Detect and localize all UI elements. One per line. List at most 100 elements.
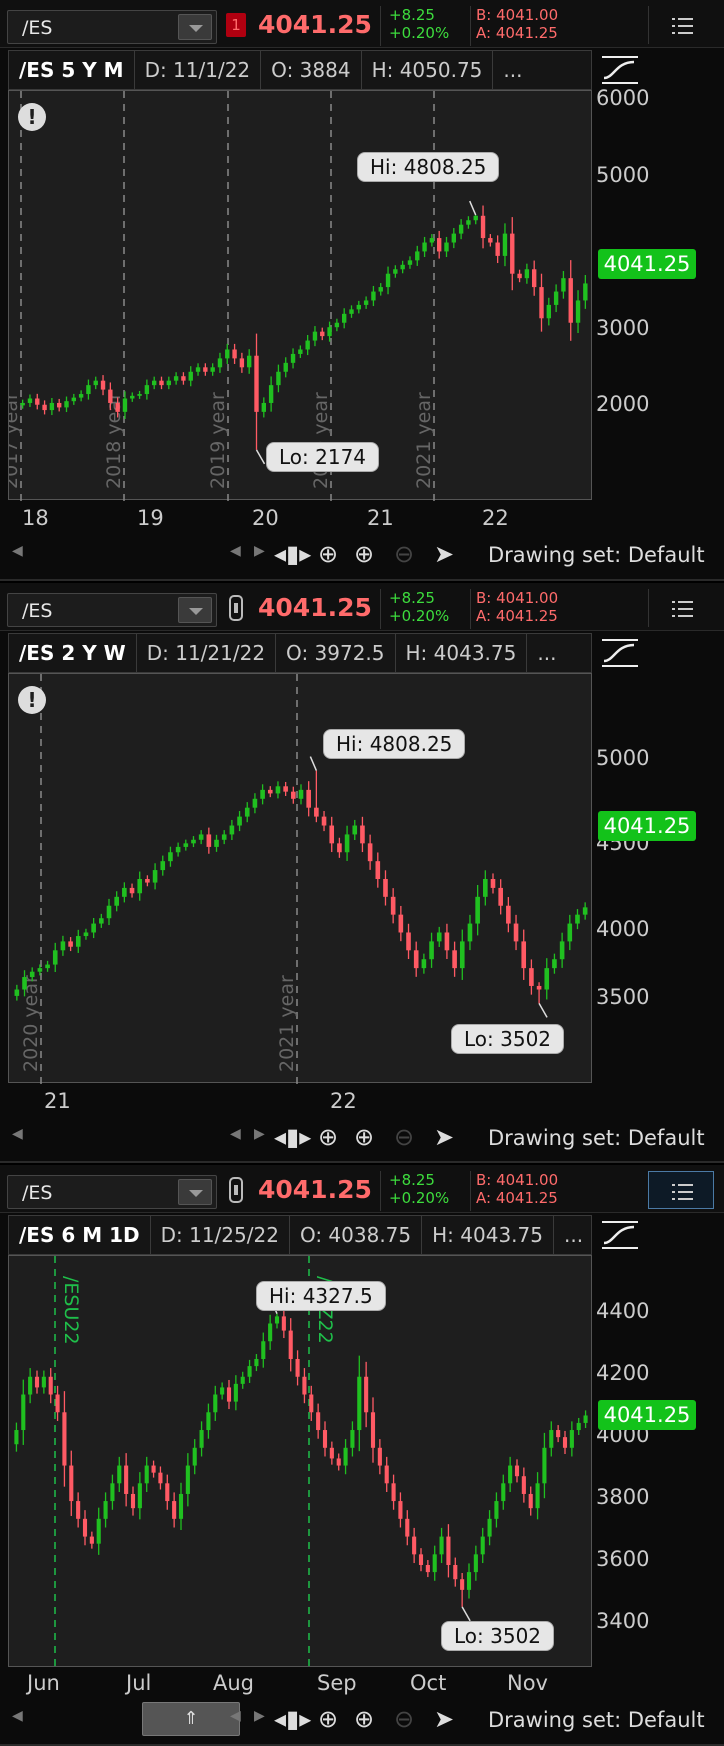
symbol-dropdown-button[interactable]: [178, 14, 212, 40]
link-icon[interactable]: [229, 1177, 243, 1203]
crosshair-icon[interactable]: ⊕: [318, 1123, 338, 1151]
scroll-left-icon[interactable]: ◀: [230, 1126, 241, 1142]
pan-icon[interactable]: ◂▮▸: [274, 540, 311, 568]
bid-ask: B: 4041.00 A: 4041.25: [470, 6, 590, 46]
drawing-set-selector[interactable]: Drawing set: Default: [488, 1126, 705, 1150]
link-icon[interactable]: [229, 595, 243, 621]
studies-icon[interactable]: [600, 54, 640, 86]
symbol-dropdown-button[interactable]: [178, 597, 212, 623]
zoom-out-icon[interactable]: ⊖: [394, 540, 414, 568]
candle: [312, 326, 318, 347]
candle: [158, 1466, 163, 1490]
candle: [444, 923, 450, 960]
candle: [261, 1332, 266, 1368]
symbol-input[interactable]: /ES: [22, 1182, 52, 1204]
scroll-thumb[interactable]: ⇑: [142, 1702, 240, 1736]
candle: [75, 929, 81, 953]
candle: [71, 393, 76, 405]
header-more[interactable]: ...: [527, 634, 566, 672]
cursor-icon[interactable]: ➤: [434, 1705, 454, 1733]
studies-icon[interactable]: [600, 1219, 640, 1251]
scroll-left-icon[interactable]: ◀: [230, 1708, 241, 1724]
header-more[interactable]: ...: [493, 51, 532, 89]
pan-icon[interactable]: ◂▮▸: [274, 1123, 311, 1151]
candle: [106, 898, 112, 926]
drawing-set-selector[interactable]: Drawing set: Default: [488, 543, 705, 567]
price-plot[interactable]: 2020 year 2021 year !: [8, 673, 592, 1084]
price-axis-label: 4000: [596, 917, 650, 941]
scroll-right-icon[interactable]: ▶: [254, 1708, 265, 1724]
alert-icon[interactable]: !: [18, 686, 46, 714]
zoom-out-icon[interactable]: ⊖: [394, 1705, 414, 1733]
candle: [488, 234, 493, 247]
chart-menu-button[interactable]: [648, 1171, 714, 1209]
symbol-input[interactable]: /ES: [22, 17, 52, 39]
symbol-selector[interactable]: /ES: [7, 1175, 217, 1209]
symbol-selector[interactable]: /ES: [7, 593, 217, 627]
candle: [52, 942, 58, 973]
zoom-in-icon[interactable]: ⊕: [354, 540, 374, 568]
candle: [487, 1510, 492, 1546]
chart-menu-button[interactable]: [648, 6, 714, 44]
time-axis-label: 18: [22, 506, 49, 530]
candle: [69, 1450, 74, 1516]
candle: [206, 1403, 211, 1439]
price-axis-label: 2000: [596, 392, 650, 416]
scroll-left-icon[interactable]: ◀: [12, 1126, 23, 1142]
candle: [145, 875, 150, 887]
cursor-icon[interactable]: ➤: [434, 1123, 454, 1151]
candle: [252, 793, 258, 814]
chart-menu-button[interactable]: [648, 589, 714, 627]
candle: [276, 364, 281, 393]
header-more[interactable]: ...: [554, 1216, 593, 1254]
candle: [536, 982, 542, 1004]
panel-toolbar: /ES 1 4041.25 +8.25 +0.20% B: 4041.00 A:…: [0, 0, 724, 48]
drawing-set-selector[interactable]: Drawing set: Default: [488, 1708, 705, 1732]
price-axis[interactable]: 5000 4500 4000 3500: [596, 673, 724, 1083]
time-scrollbar[interactable]: ◀ ◀ ▶: [8, 1126, 265, 1152]
alert-icon[interactable]: !: [18, 103, 46, 131]
link-group-indicator[interactable]: 1: [226, 13, 246, 37]
crosshair-icon[interactable]: ⊕: [318, 1705, 338, 1733]
scroll-left-icon[interactable]: ◀: [12, 1708, 23, 1724]
price-axis[interactable]: 6000 5000 3000 2000: [596, 86, 724, 500]
price-plot[interactable]: /ESU22/ESZ22: [8, 1255, 592, 1668]
candle: [45, 960, 50, 972]
crosshair-icon[interactable]: ⊕: [318, 540, 338, 568]
net-change: +8.25: [389, 1171, 435, 1189]
time-scrollbar[interactable]: ◀ ⇑ ◀ ▶: [8, 1702, 265, 1736]
zoom-in-icon[interactable]: ⊕: [354, 1705, 374, 1733]
zoom-in-icon[interactable]: ⊕: [354, 1123, 374, 1151]
candle: [130, 1486, 136, 1516]
cursor-icon[interactable]: ➤: [434, 540, 454, 568]
symbol-input[interactable]: /ES: [22, 600, 52, 622]
time-scrollbar[interactable]: ◀ ◀ ▶: [8, 543, 265, 569]
candle: [422, 236, 427, 258]
candle: [322, 1421, 328, 1457]
candle: [298, 345, 303, 358]
candle: [413, 941, 419, 977]
studies-icon[interactable]: [600, 637, 640, 669]
candle: [217, 352, 223, 373]
candle: [175, 842, 181, 857]
scroll-right-icon[interactable]: ▶: [254, 1126, 265, 1142]
pan-icon[interactable]: ◂▮▸: [274, 1705, 311, 1733]
candle: [459, 929, 465, 980]
bid-ask: B: 4041.00 A: 4041.25: [470, 1171, 590, 1211]
price-plot[interactable]: 2017 year 2018 year 2019 year 2020 year 2021…: [0, 90, 592, 501]
candle: [160, 855, 166, 876]
scroll-left-icon[interactable]: ◀: [230, 543, 241, 559]
price-axis-label: 5000: [596, 163, 650, 187]
scroll-right-icon[interactable]: ▶: [254, 543, 265, 559]
candle: [214, 834, 219, 852]
price-axis[interactable]: 4400 4200 4000 3800 3600 3400: [596, 1255, 724, 1667]
zoom-out-icon[interactable]: ⊖: [394, 1123, 414, 1151]
time-axis-label: 22: [330, 1089, 357, 1113]
last-price: 4041.25: [258, 1175, 372, 1204]
candle: [460, 1573, 465, 1607]
candle: [226, 1379, 232, 1410]
symbol-dropdown-button[interactable]: [178, 1179, 212, 1205]
candle: [510, 217, 515, 291]
scroll-left-icon[interactable]: ◀: [12, 543, 23, 559]
symbol-selector[interactable]: /ES: [7, 10, 217, 44]
